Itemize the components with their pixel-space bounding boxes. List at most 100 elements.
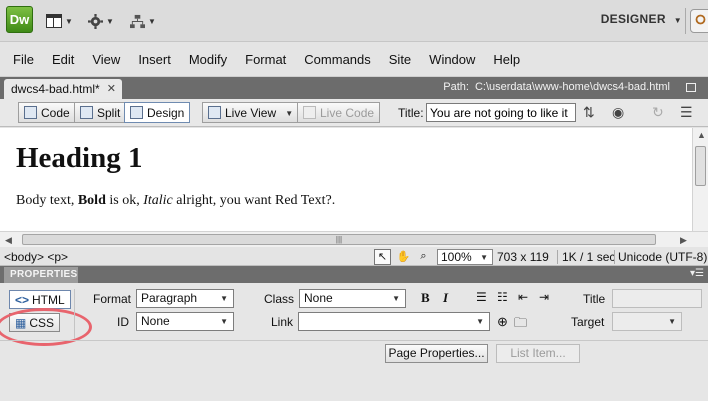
gear-icon (88, 13, 103, 29)
download-time: 1K / 1 sec (562, 250, 616, 264)
scroll-up-icon[interactable]: ▲ (697, 130, 706, 140)
html-icon: <> (15, 292, 30, 307)
search-button[interactable] (690, 9, 708, 33)
scroll-left-icon[interactable]: ◀ (5, 235, 12, 246)
outdent-icon[interactable]: ⇤ (518, 290, 528, 304)
path-label: Path: (443, 81, 469, 93)
chevron-down-icon: ▼ (220, 294, 228, 303)
menu-file[interactable]: File (13, 52, 34, 67)
bold-text: Bold (77, 193, 106, 208)
split-view-button[interactable]: Split (74, 102, 127, 123)
menu-commands[interactable]: Commands (304, 52, 370, 67)
format-select[interactable]: Paragraph ▼ (136, 289, 234, 308)
code-icon (24, 106, 37, 119)
dreamweaver-logo: Dw (6, 6, 33, 33)
scroll-thumb[interactable] (695, 146, 706, 186)
menu-view[interactable]: View (92, 52, 120, 67)
live-view-icon (208, 106, 221, 119)
split-label: Split (97, 105, 121, 120)
link-label: Link (271, 315, 294, 329)
workspace-label: DESIGNER (600, 12, 666, 26)
document-tab-bar: dwcs4-bad.html* ✕ Path: C:\userdata\www-h… (0, 77, 708, 99)
live-view-label: Live View (225, 105, 277, 120)
site-icon (130, 14, 145, 28)
italic-button[interactable]: I (443, 290, 448, 306)
zoom-select[interactable]: 100% ▼ (437, 249, 493, 265)
restore-window-icon[interactable] (686, 83, 696, 92)
folder-icon[interactable]: 🗀 (514, 314, 527, 336)
page-title-input[interactable] (426, 103, 576, 122)
design-label: Design (147, 105, 185, 120)
point-to-file-icon[interactable]: ⊕ (497, 314, 508, 330)
menu-site[interactable]: Site (389, 52, 411, 67)
class-select[interactable]: None ▼ (299, 289, 406, 308)
menu-edit[interactable]: Edit (52, 52, 74, 67)
page-properties-button[interactable]: Page Properties... (385, 344, 488, 363)
divider (557, 250, 558, 264)
menu-insert[interactable]: Insert (138, 52, 171, 67)
code-view-button[interactable]: Code (18, 102, 76, 123)
tag-selector[interactable]: <body> <p> (4, 250, 68, 264)
refresh-icon[interactable]: ↻ (652, 104, 664, 121)
live-view-button[interactable]: Live View ▼ (202, 102, 300, 123)
code-label: Code (41, 105, 70, 120)
chevron-down-icon: ▼ (673, 16, 682, 25)
menu-format[interactable]: Format (245, 52, 286, 67)
bold-button[interactable]: B (421, 290, 430, 306)
zoom-tool-icon[interactable]: ⌕ (415, 249, 432, 265)
indent-icon[interactable]: ⇥ (539, 290, 549, 304)
menu-window[interactable]: Window (429, 52, 475, 67)
design-view[interactable]: Heading 1 Body text, Bold is ok, Italic … (0, 128, 692, 231)
zoom-value: 100% (441, 250, 472, 264)
panel-menu-icon[interactable]: ▾☰ (690, 268, 704, 279)
close-icon[interactable]: ✕ (107, 79, 116, 99)
view-options-icon[interactable]: ☰ (680, 104, 693, 121)
preview-browser-icon[interactable]: ◉ (612, 104, 624, 121)
ordered-list-icon[interactable]: ☷ (497, 290, 508, 304)
search-icon (695, 14, 706, 25)
hand-tool-icon[interactable]: ✋ (395, 249, 412, 265)
target-select[interactable]: ▼ (612, 312, 682, 331)
application-bar: Dw ▼ ▼ ▼ DESIGNER ▼ (0, 0, 708, 42)
unordered-list-icon[interactable]: ☰ (476, 290, 487, 304)
document-tab-label: dwcs4-bad.html* (11, 82, 100, 96)
menu-help[interactable]: Help (493, 52, 520, 67)
chevron-down-icon: ▼ (148, 16, 156, 26)
extend-menu-button[interactable]: ▼ (88, 11, 114, 31)
site-menu-button[interactable]: ▼ (130, 11, 156, 31)
html-mode-button[interactable]: <> HTML (9, 290, 71, 309)
id-select[interactable]: None ▼ (136, 312, 234, 331)
window-size[interactable]: 703 x 119 (497, 250, 549, 264)
format-value: Paragraph (141, 291, 198, 305)
title-field[interactable] (612, 289, 702, 308)
file-management-icon[interactable]: ⇅ (583, 104, 595, 121)
menu-bar: File Edit View Insert Modify Format Comm… (0, 43, 708, 77)
body-paragraph: Body text, Bold is ok, Italic alright, y… (16, 193, 676, 209)
italic-text: Italic (143, 193, 173, 208)
id-value: None (141, 314, 170, 328)
id-label: ID (117, 315, 129, 329)
chevron-down-icon: ▼ (392, 294, 400, 303)
encoding: Unicode (UTF-8) (618, 250, 708, 264)
layout-menu-button[interactable]: ▼ (46, 11, 73, 31)
chevron-down-icon[interactable]: ▼ (285, 109, 293, 118)
page-heading: Heading 1 (16, 142, 143, 174)
workspace-switcher[interactable]: DESIGNER ▼ (601, 12, 682, 26)
vertical-scrollbar[interactable]: ▲ (692, 128, 708, 231)
menu-modify[interactable]: Modify (189, 52, 227, 67)
horizontal-scrollbar[interactable]: ◀ ||| ▶ (0, 231, 708, 247)
scroll-thumb[interactable]: ||| (22, 234, 656, 245)
path-value: C:\userdata\www-home\dwcs4-bad.html (474, 81, 670, 93)
design-view-button[interactable]: Design (124, 102, 191, 123)
link-input[interactable]: ▼ (298, 312, 490, 331)
body-text: alright, you want Red Text?. (172, 193, 336, 208)
document-tab[interactable]: dwcs4-bad.html* ✕ (4, 79, 122, 99)
list-item-button[interactable]: List Item... (496, 344, 580, 363)
design-icon (130, 106, 143, 119)
scroll-right-icon[interactable]: ▶ (680, 235, 687, 246)
select-tool-icon[interactable]: ↖ (374, 249, 391, 265)
properties-tab[interactable]: PROPERTIES (4, 267, 78, 283)
live-code-button[interactable]: Live Code (297, 102, 381, 123)
chevron-down-icon: ▼ (668, 317, 676, 326)
class-value: None (304, 291, 333, 305)
